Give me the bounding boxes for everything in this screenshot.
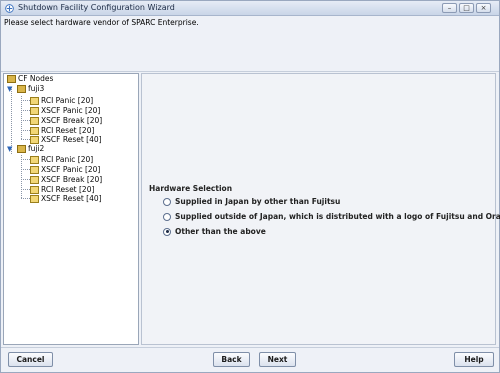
tree-item-label: RCI Reset [20]: [41, 126, 95, 135]
tree-connector: [21, 130, 30, 131]
radio-button-selected[interactable]: [163, 227, 171, 236]
tree-connector: [21, 139, 30, 140]
tree-item-label: RCI Reset [20]: [41, 185, 95, 194]
folder-icon: [17, 144, 26, 153]
method-icon: [30, 165, 39, 174]
title-bar: Shutdown Facility Configuration Wizard –…: [1, 1, 499, 16]
tree-item-label: XSCF Panic [20]: [41, 165, 101, 174]
tree-item-label: XSCF Break [20]: [41, 116, 103, 125]
radio-other[interactable]: Other than the above: [163, 227, 266, 236]
wizard-window: Shutdown Facility Configuration Wizard –…: [0, 0, 500, 373]
radio-japan-non-fujitsu[interactable]: Supplied in Japan by other than Fujitsu: [163, 197, 340, 206]
tree-item[interactable]: XSCF Panic [20]: [30, 165, 100, 174]
tree-connector: [21, 96, 22, 139]
method-icon: [30, 194, 39, 203]
tree-connector: [21, 179, 30, 180]
window-title: Shutdown Facility Configuration Wizard: [18, 3, 175, 12]
maximize-button[interactable]: □: [459, 3, 474, 13]
back-button[interactable]: Back: [213, 352, 250, 367]
tree-node-label: fuji3: [28, 84, 45, 93]
tree-node-label: fuji2: [28, 144, 45, 153]
tree-item[interactable]: XSCF Break [20]: [30, 116, 102, 125]
method-icon: [30, 126, 39, 135]
tree-item[interactable]: RCI Panic [20]: [30, 155, 93, 164]
instruction-panel: Please select hardware vendor of SPARC E…: [1, 16, 499, 72]
collapse-handle-icon[interactable]: ▼: [7, 85, 12, 93]
tree-item[interactable]: RCI Panic [20]: [30, 96, 93, 105]
tree-connector: [21, 189, 30, 190]
radio-label: Supplied in Japan by other than Fujitsu: [175, 197, 341, 206]
method-icon: [30, 175, 39, 184]
tree-item-label: XSCF Reset [40]: [41, 135, 102, 144]
next-button[interactable]: Next: [259, 352, 296, 367]
radio-button[interactable]: [163, 197, 171, 206]
help-button[interactable]: Help: [454, 352, 494, 367]
radio-outside-japan[interactable]: Supplied outside of Japan, which is dist…: [163, 212, 500, 221]
method-icon: [30, 96, 39, 105]
tree-item[interactable]: XSCF Reset [40]: [30, 194, 102, 203]
collapse-handle-icon[interactable]: ▼: [7, 145, 12, 153]
tree-connector: [21, 198, 30, 199]
method-icon: [30, 155, 39, 164]
tree-node-fuji2[interactable]: fuji2: [17, 144, 44, 153]
tree-connector: [11, 87, 12, 154]
tree-item[interactable]: XSCF Panic [20]: [30, 106, 100, 115]
method-icon: [30, 135, 39, 144]
radio-label: Other than the above: [175, 227, 266, 236]
minimize-icon: –: [447, 4, 452, 12]
instruction-text: Please select hardware vendor of SPARC E…: [4, 18, 199, 27]
method-icon: [30, 116, 39, 125]
tree-item[interactable]: RCI Reset [20]: [30, 126, 94, 135]
cancel-button[interactable]: Cancel: [8, 352, 53, 367]
options-panel: [141, 73, 496, 345]
tree-item[interactable]: XSCF Reset [40]: [30, 135, 102, 144]
tree-node-fuji3[interactable]: fuji3: [17, 84, 44, 93]
radio-button[interactable]: [163, 212, 171, 221]
tree-item-label: XSCF Panic [20]: [41, 106, 101, 115]
tree-item-label: XSCF Reset [40]: [41, 194, 102, 203]
tree-item[interactable]: RCI Reset [20]: [30, 185, 94, 194]
tree-connector: [21, 100, 30, 101]
tree-item-label: XSCF Break [20]: [41, 175, 103, 184]
tree-connector: [21, 159, 30, 160]
button-bar: [1, 347, 499, 372]
tree-item-label: RCI Panic [20]: [41, 155, 94, 164]
tree-item[interactable]: XSCF Break [20]: [30, 175, 102, 184]
tree-connector: [21, 110, 30, 111]
minimize-button[interactable]: –: [442, 3, 457, 13]
radio-label: Supplied outside of Japan, which is dist…: [175, 212, 500, 221]
tree-root[interactable]: CF Nodes: [7, 74, 53, 83]
close-button[interactable]: ×: [476, 3, 491, 13]
cf-nodes-tree[interactable]: CF Nodes ▼ fuji3 RCI Panic [20] XSCF Pan…: [3, 73, 139, 345]
tree-root-label: CF Nodes: [18, 74, 54, 83]
tree-item-label: RCI Panic [20]: [41, 96, 94, 105]
tree-connector: [21, 120, 30, 121]
app-icon: [5, 4, 14, 13]
close-icon: ×: [480, 4, 487, 12]
hardware-selection-label: Hardware Selection: [149, 184, 233, 193]
method-icon: [30, 106, 39, 115]
tree-connector: [21, 169, 30, 170]
maximize-icon: □: [463, 4, 470, 12]
method-icon: [30, 185, 39, 194]
tree-connector: [21, 155, 22, 198]
folder-icon: [17, 84, 26, 93]
folder-icon: [7, 74, 16, 83]
